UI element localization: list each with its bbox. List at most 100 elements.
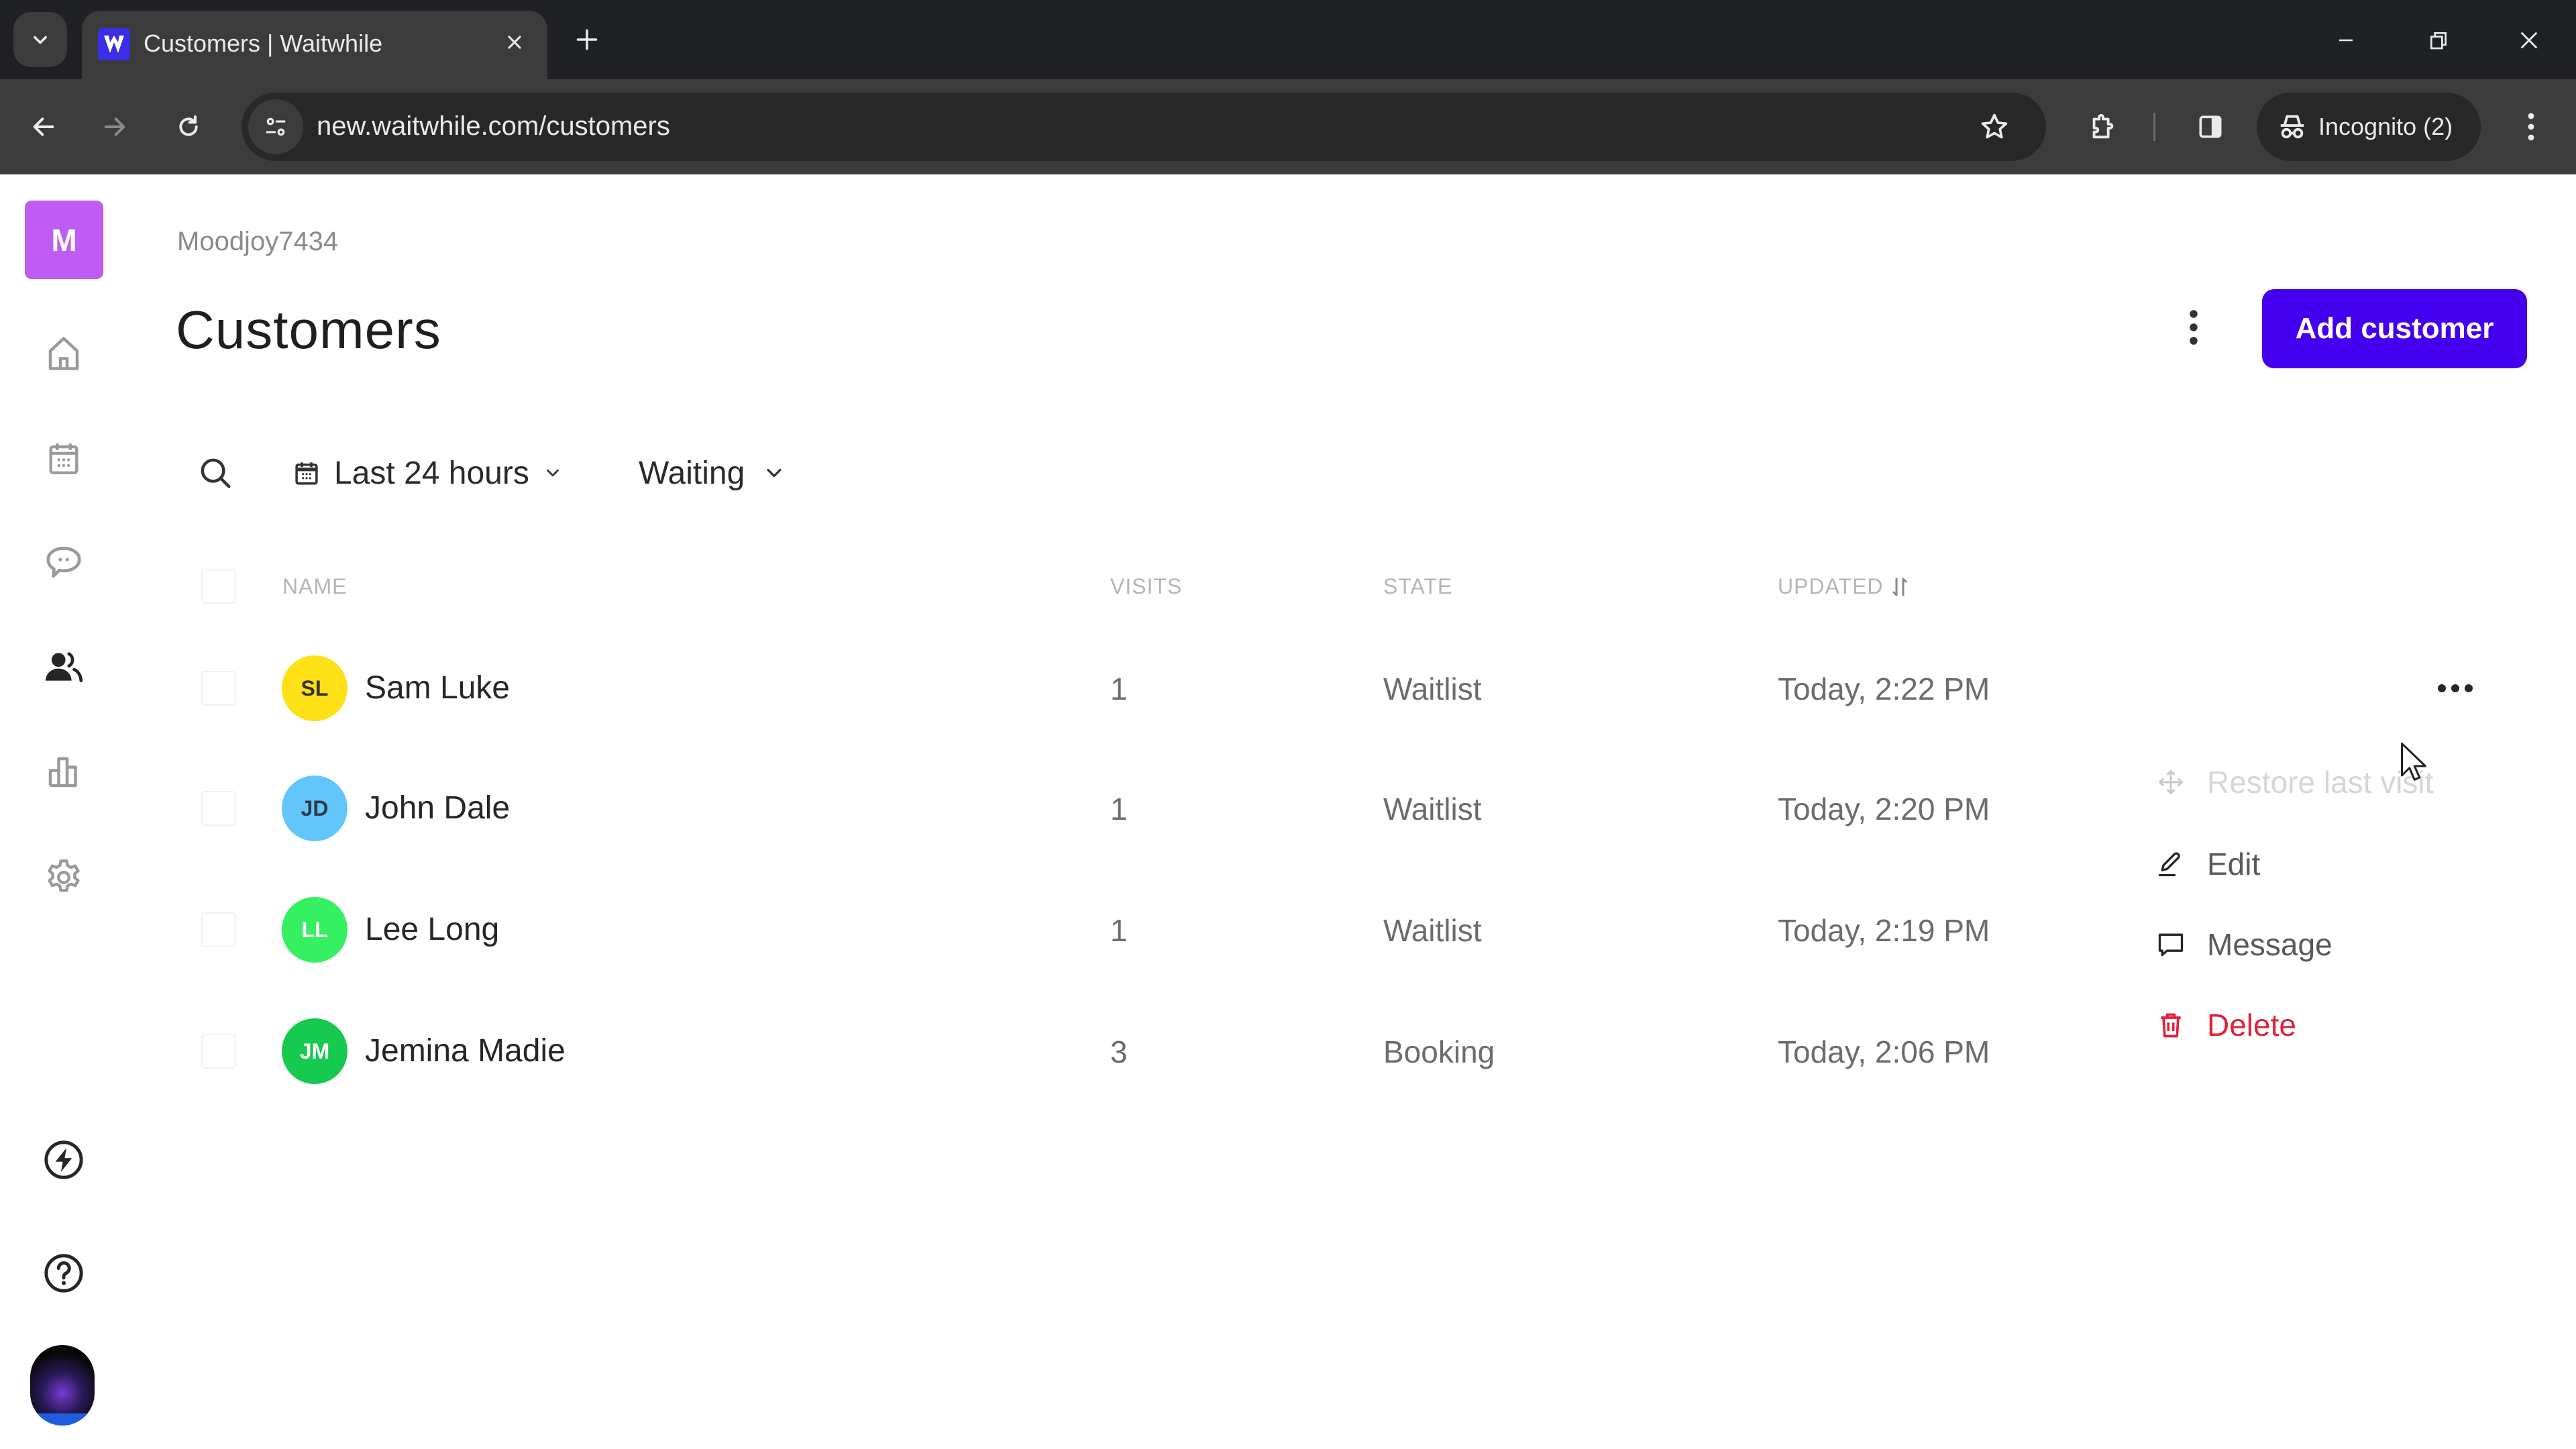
state-filter[interactable]: Waiting [639,449,786,496]
minimize-icon [2339,39,2353,42]
app-sidebar: M [0,174,127,1449]
sidebar-item-analytics[interactable] [37,745,91,799]
browser-menu-button[interactable] [2509,105,2553,149]
chevron-down-icon [546,469,559,477]
close-window-button[interactable] [2509,20,2549,60]
close-tab-button[interactable] [498,25,531,59]
menu-item-edit[interactable]: Edit [2140,827,2516,901]
calendar-icon [295,462,318,485]
add-customer-button[interactable]: Add customer [2262,289,2527,368]
arrow-right-icon [104,117,125,136]
tune-icon [266,117,286,136]
url-text[interactable]: new.waitwhile.com/customers [317,111,670,142]
lightning-icon [44,1140,83,1179]
customer-state: Waitlist [1383,792,1482,826]
row-more-options-button[interactable] [2435,668,2475,708]
chevron-down-icon [767,468,782,478]
row-action-menu: Restore last visit Edit Message Delete [2140,738,2516,1073]
menu-item-label: Edit [2207,847,2261,881]
forward-button[interactable] [93,105,137,149]
customer-name[interactable]: Lee Long [365,911,499,948]
waitwhile-favicon [98,28,130,60]
bar-chart-icon [48,757,77,788]
customer-visits: 1 [1110,913,1128,948]
incognito-indicator[interactable]: Incognito (2) [2257,93,2481,161]
customer-state: Waitlist [1383,913,1482,948]
search-button[interactable] [193,451,237,495]
customer-updated: Today, 2:19 PM [1778,913,1990,948]
menu-item-label: Message [2207,927,2332,962]
customer-avatar: JM [282,1018,347,1084]
back-button[interactable] [21,105,66,149]
kebab-icon [2190,310,2198,345]
bookmark-button[interactable] [1975,107,2014,146]
table-row[interactable]: SL Sam Luke 1 Waitlist Today, 2:22 PM [174,635,2522,742]
row-checkbox[interactable] [201,791,236,826]
sidebar-item-calendar[interactable] [37,431,91,485]
row-checkbox[interactable] [201,1034,236,1069]
page-more-options-button[interactable] [2174,301,2214,354]
whats-new-button[interactable] [37,1133,91,1187]
pencil-icon [2152,845,2190,883]
menu-item-label: Restore last visit [2207,765,2434,800]
new-tab-button[interactable] [570,23,604,56]
column-header-name[interactable]: NAME [282,574,347,599]
site-info-button[interactable] [248,99,303,154]
chat-icon [46,547,81,578]
column-header-state[interactable]: STATE [1383,574,1452,599]
user-avatar[interactable] [30,1345,95,1426]
customer-name[interactable]: Jemina Madie [365,1032,566,1069]
puzzle-icon [2092,113,2114,139]
trash-icon [2152,1006,2190,1044]
row-checkbox[interactable] [201,912,236,947]
restore-window-icon [2430,32,2447,50]
restore-window-button[interactable] [2418,20,2459,60]
date-range-label: Last 24 hours [334,455,529,491]
date-range-filter[interactable]: Last 24 hours [292,449,563,496]
customer-name[interactable]: Sam Luke [365,669,510,706]
home-icon [48,337,79,370]
menu-item-restore-last-visit[interactable]: Restore last visit [2140,745,2516,819]
state-filter-label: Waiting [639,455,745,491]
side-panel-button[interactable] [2188,105,2233,149]
close-icon [508,36,521,49]
customer-avatar: SL [282,655,347,721]
help-button[interactable] [37,1246,91,1300]
toolbar-separator [2153,113,2155,141]
org-logo[interactable]: M [25,201,103,279]
tab-search-button[interactable] [13,12,67,67]
calendar-icon [49,443,78,474]
customer-visits: 1 [1110,672,1128,706]
customer-visits: 1 [1110,792,1128,826]
browser-tab-active[interactable]: Customers | Waitwhile [82,11,547,79]
chevron-down-icon [34,36,47,44]
column-header-visits[interactable]: VISITS [1110,574,1182,599]
sidebar-item-customers[interactable] [37,640,91,694]
reload-button[interactable] [166,105,211,149]
menu-item-delete[interactable]: Delete [2140,988,2516,1062]
sidebar-item-settings[interactable] [37,851,91,904]
sidebar-item-messages[interactable] [37,535,91,589]
sidebar-item-home[interactable] [37,327,91,380]
customer-avatar: LL [282,897,347,963]
org-name: Moodjoy7434 [177,227,339,256]
customer-state: Waitlist [1383,672,1482,706]
kebab-icon [2528,113,2534,141]
extensions-button[interactable] [2081,105,2125,149]
menu-item-message[interactable]: Message [2140,908,2516,981]
sort-icon [1892,578,1907,596]
reload-icon [179,115,198,136]
mouse-cursor-icon [2401,743,2426,781]
select-all-checkbox[interactable] [201,569,236,604]
row-checkbox[interactable] [201,671,236,706]
search-icon [201,458,231,488]
minimize-button[interactable] [2326,20,2366,60]
move-icon [2152,763,2190,801]
tab-title: Customers | Waitwhile [144,30,383,57]
customer-name[interactable]: John Dale [365,790,510,826]
column-header-updated[interactable]: UPDATED [1778,574,1908,599]
browser-toolbar: new.waitwhile.com/customers Incognito (2… [0,79,2576,174]
close-icon [2520,32,2538,49]
address-bar[interactable]: new.waitwhile.com/customers [241,93,2046,161]
more-horizontal-icon [2438,684,2473,692]
